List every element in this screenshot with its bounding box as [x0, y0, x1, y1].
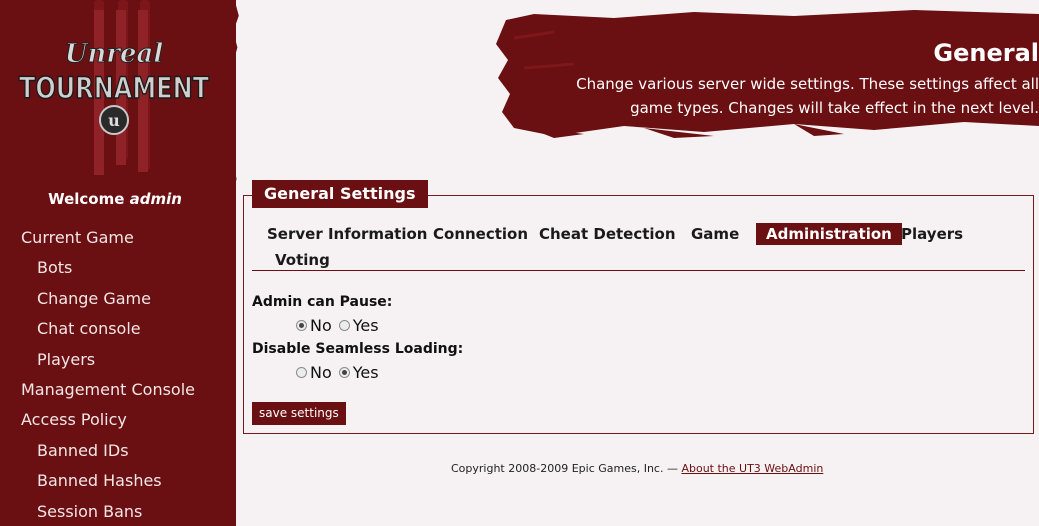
disable-seamless-loading-no-label[interactable]: No	[310, 363, 332, 382]
nav-current-game[interactable]: Current Game	[0, 226, 230, 256]
tab-server-information[interactable]: Server Information	[257, 223, 437, 245]
nav-chat-console[interactable]: Chat console	[0, 317, 230, 347]
svg-text:TOURNAMENT: TOURNAMENT	[19, 71, 209, 105]
tab-cheat-detection[interactable]: Cheat Detection	[529, 223, 686, 245]
welcome-username: admin	[129, 190, 182, 208]
admin-can-pause-no-radio[interactable]	[296, 320, 307, 331]
about-webadmin-link[interactable]: About the UT3 WebAdmin	[681, 462, 823, 475]
footer: Copyright 2008-2009 Epic Games, Inc. — A…	[451, 462, 823, 475]
tab-voting[interactable]: Voting	[265, 249, 340, 271]
panel-legend: General Settings	[252, 180, 428, 208]
nav-change-game[interactable]: Change Game	[0, 287, 230, 317]
svg-text:u: u	[108, 111, 120, 130]
sidebar-nav: Current Game Bots Change Game Chat conso…	[0, 226, 230, 526]
nav-banned-hashes[interactable]: Banned Hashes	[0, 469, 230, 499]
page-title: General	[933, 39, 1039, 67]
nav-access-policy[interactable]: Access Policy	[0, 408, 230, 438]
svg-text:Unreal: Unreal	[65, 39, 164, 69]
save-settings-button[interactable]: save settings	[252, 402, 346, 425]
disable-seamless-loading-no-radio[interactable]	[296, 367, 307, 378]
admin-can-pause-label: Admin can Pause:	[252, 294, 393, 310]
tab-game[interactable]: Game	[681, 223, 749, 245]
admin-can-pause-yes-radio[interactable]	[338, 320, 350, 331]
admin-can-pause-options: No Yes	[296, 316, 386, 335]
disable-seamless-loading-label: Disable Seamless Loading:	[252, 341, 464, 357]
admin-can-pause-yes-label[interactable]: Yes	[353, 316, 379, 335]
tab-divider	[252, 270, 1025, 271]
welcome-message: Welcome admin	[0, 190, 230, 208]
unreal-tournament-logo: Unreal TOURNAMENT u	[18, 10, 210, 175]
nav-banned-ids[interactable]: Banned IDs	[0, 439, 230, 469]
nav-bots[interactable]: Bots	[0, 256, 230, 286]
copyright-text: Copyright 2008-2009 Epic Games, Inc. —	[451, 462, 678, 475]
admin-can-pause-no-label[interactable]: No	[310, 316, 332, 335]
tab-administration[interactable]: Administration	[756, 223, 902, 245]
sidebar: Unreal TOURNAMENT u Welcome admin Curren…	[0, 0, 236, 526]
disable-seamless-loading-yes-label[interactable]: Yes	[353, 363, 379, 382]
header-banner: General Change various server wide setti…	[494, 8, 1039, 138]
disable-seamless-loading-options: No Yes	[296, 363, 386, 382]
disable-seamless-loading-yes-radio[interactable]	[338, 367, 350, 378]
page-description: Change various server wide settings. The…	[576, 75, 1039, 117]
nav-management-console[interactable]: Management Console	[0, 378, 230, 408]
nav-session-bans[interactable]: Session Bans	[0, 500, 230, 526]
nav-players[interactable]: Players	[0, 348, 230, 378]
tab-players[interactable]: Players	[891, 223, 973, 245]
welcome-prefix: Welcome	[48, 190, 125, 208]
tab-connection[interactable]: Connection	[423, 223, 538, 245]
